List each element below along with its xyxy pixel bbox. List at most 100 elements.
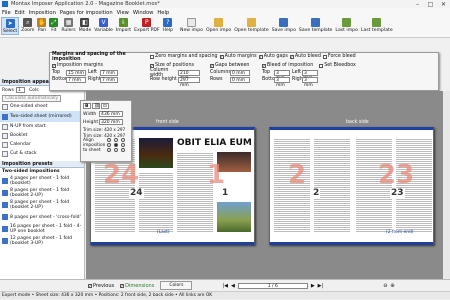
calculate-auto-button[interactable]: Calculate automatically xyxy=(2,94,62,102)
fit-sheet-icon[interactable]: ⊡ xyxy=(101,103,109,109)
left-margin-field[interactable]: 7 mm xyxy=(100,69,118,76)
gaps-checkbox[interactable] xyxy=(210,63,214,68)
page-number: 2 xyxy=(312,188,321,198)
top-margin-field[interactable]: 15 mm xyxy=(66,69,86,76)
preset-item[interactable]: 12 pages per sheet - 1 fold (booklet 3-U… xyxy=(10,236,84,246)
link-icon[interactable]: ⛓ xyxy=(92,103,100,109)
bold-icon[interactable]: B xyxy=(83,103,91,109)
menu-imposition[interactable]: Imposition xyxy=(29,10,56,16)
open-impo-button[interactable]: Open impo xyxy=(205,17,232,33)
preset-item[interactable]: 8 pages per sheet - 1 fold (booklet 2-UP… xyxy=(10,188,84,198)
sheet-width-field[interactable]: 436 mm xyxy=(99,111,123,117)
force-bleed-checkbox[interactable] xyxy=(322,54,327,59)
bleed-right-field[interactable]: 3 mm xyxy=(302,76,318,88)
preset-item[interactable]: 8 pages per sheet - 'cross-fold' xyxy=(10,215,81,220)
open-template-button[interactable]: Open template xyxy=(233,17,269,33)
bleed-checkbox[interactable] xyxy=(262,63,266,68)
save-impo-button[interactable]: Save impo xyxy=(271,17,297,33)
column-width-field[interactable]: 210 mm xyxy=(178,69,200,81)
option-one-sided[interactable]: One-sided sheet xyxy=(10,104,48,109)
width-label: Width xyxy=(83,111,97,117)
option-two-sided[interactable]: Two-sided sheet (mirrored) xyxy=(10,114,72,119)
select-button[interactable]: ➤ Select xyxy=(1,17,20,35)
option-cut-stack[interactable]: Cut & stack xyxy=(10,151,37,156)
previous-checkbox[interactable] xyxy=(88,283,92,288)
align-radio-selected[interactable] xyxy=(114,143,118,147)
option-nup[interactable]: N-UP from start xyxy=(10,124,46,129)
imp-margins-checkbox[interactable] xyxy=(52,63,56,68)
minimize-icon[interactable]: – xyxy=(411,1,424,8)
sheet-height-field[interactable]: 320 mm xyxy=(99,119,123,125)
last-template-button[interactable]: Last template xyxy=(360,17,394,33)
columns-gap-field[interactable]: 0 mm xyxy=(230,69,250,76)
first-page-icon[interactable]: |◀ xyxy=(222,283,228,289)
preset-icon xyxy=(2,226,8,232)
rows-gap-field[interactable]: 0 mm xyxy=(230,76,250,83)
align-grid[interactable] xyxy=(107,138,127,152)
bleed-left-field[interactable]: 3 mm xyxy=(302,69,318,81)
mode-button[interactable]: ◧ Mode xyxy=(78,17,93,33)
import-button[interactable]: ⇩ Import xyxy=(115,17,132,33)
pan-button[interactable]: ✋ Pan xyxy=(36,17,47,33)
preset-icon xyxy=(2,178,8,184)
bleed-top-field[interactable]: 3 mm xyxy=(274,69,290,81)
save-icon xyxy=(279,18,289,27)
last-impo-button[interactable]: Last impo xyxy=(334,17,359,33)
back-spread[interactable]: 2 2 23 23 (2 from end) xyxy=(269,127,434,245)
colors-button[interactable]: Colors xyxy=(160,281,193,290)
bleed-bottom-field[interactable]: 3 mm xyxy=(274,76,290,88)
dimensions-checkbox[interactable] xyxy=(120,283,125,288)
bottom-bar: Previous Dimensions Colors |◀ ◀ 1 / 6 ▶ … xyxy=(0,279,450,291)
new-impo-label: New impo xyxy=(180,28,203,33)
align-radio[interactable] xyxy=(107,148,111,152)
menu-help[interactable]: Help xyxy=(157,10,169,16)
zoom-out-icon[interactable]: ⊖ xyxy=(383,283,387,289)
maximize-icon[interactable]: □ xyxy=(424,1,437,8)
close-icon[interactable]: ✕ xyxy=(437,1,450,8)
zero-margins-checkbox[interactable] xyxy=(150,54,154,59)
right-margin-field[interactable]: 7 mm xyxy=(100,76,118,83)
auto-bleed-checkbox[interactable] xyxy=(289,54,294,59)
zoom-button[interactable]: ⌕ Zoom xyxy=(20,17,35,33)
bottom-margin-field[interactable]: 7 mm xyxy=(66,76,86,83)
imposition-canvas[interactable]: front side back side 24 24 (Last) OBIT E… xyxy=(86,91,443,279)
auto-margins-checkbox[interactable] xyxy=(219,54,224,59)
preset-item[interactable]: 4 pages per sheet - 1 fold (booklet) xyxy=(10,176,84,186)
prev-page-icon[interactable]: ◀ xyxy=(231,283,235,289)
rows-field[interactable]: 1 xyxy=(15,87,25,93)
gaps-label: Gaps between xyxy=(215,63,250,68)
set-bleedbox-checkbox[interactable] xyxy=(319,63,324,68)
align-radio[interactable] xyxy=(121,138,125,142)
save-template-button[interactable]: Save template xyxy=(298,17,333,33)
size-positions-checkbox[interactable] xyxy=(150,63,154,68)
menu-pages[interactable]: Pages for imposition xyxy=(60,10,113,16)
menu-file[interactable]: File xyxy=(2,10,11,16)
row-height-field[interactable]: 297 mm xyxy=(178,76,200,88)
fit-button[interactable]: ⤢ Fit xyxy=(48,17,59,33)
last-page-icon[interactable]: ▶| xyxy=(318,283,324,289)
import-label: Import xyxy=(115,28,132,33)
option-calendar[interactable]: Calendar xyxy=(10,142,31,147)
next-page-icon[interactable]: ▶ xyxy=(311,283,315,289)
new-impo-button[interactable]: New impo xyxy=(179,17,204,33)
variable-button[interactable]: V Variable xyxy=(93,17,114,33)
align-radio[interactable] xyxy=(114,148,118,152)
help-button[interactable]: ? Help xyxy=(162,17,174,33)
rulers-button[interactable]: ▦ Rulers xyxy=(60,17,76,33)
align-radio[interactable] xyxy=(107,138,111,142)
align-radio[interactable] xyxy=(114,138,118,142)
preset-item[interactable]: 16 pages per sheet - 1 fold - 4-UP one b… xyxy=(10,224,84,234)
align-radio[interactable] xyxy=(121,143,125,147)
option-booklet[interactable]: Booklet xyxy=(10,133,27,138)
menu-window[interactable]: Window xyxy=(133,10,153,16)
auto-gaps-checkbox[interactable] xyxy=(258,54,263,59)
align-radio[interactable] xyxy=(121,148,125,152)
menu-edit[interactable]: Edit xyxy=(15,10,25,16)
vertical-scrollbar[interactable] xyxy=(443,91,450,279)
zoom-in-icon[interactable]: ⊕ xyxy=(390,283,394,289)
preset-item[interactable]: 8 pages per sheet - 1 fold (booklet 2-UP… xyxy=(10,200,84,210)
export-pdf-button[interactable]: P Export PDF xyxy=(133,17,160,33)
page-indicator[interactable]: 1 / 6 xyxy=(237,282,308,289)
menu-view[interactable]: View xyxy=(117,10,129,16)
align-radio[interactable] xyxy=(107,143,111,147)
